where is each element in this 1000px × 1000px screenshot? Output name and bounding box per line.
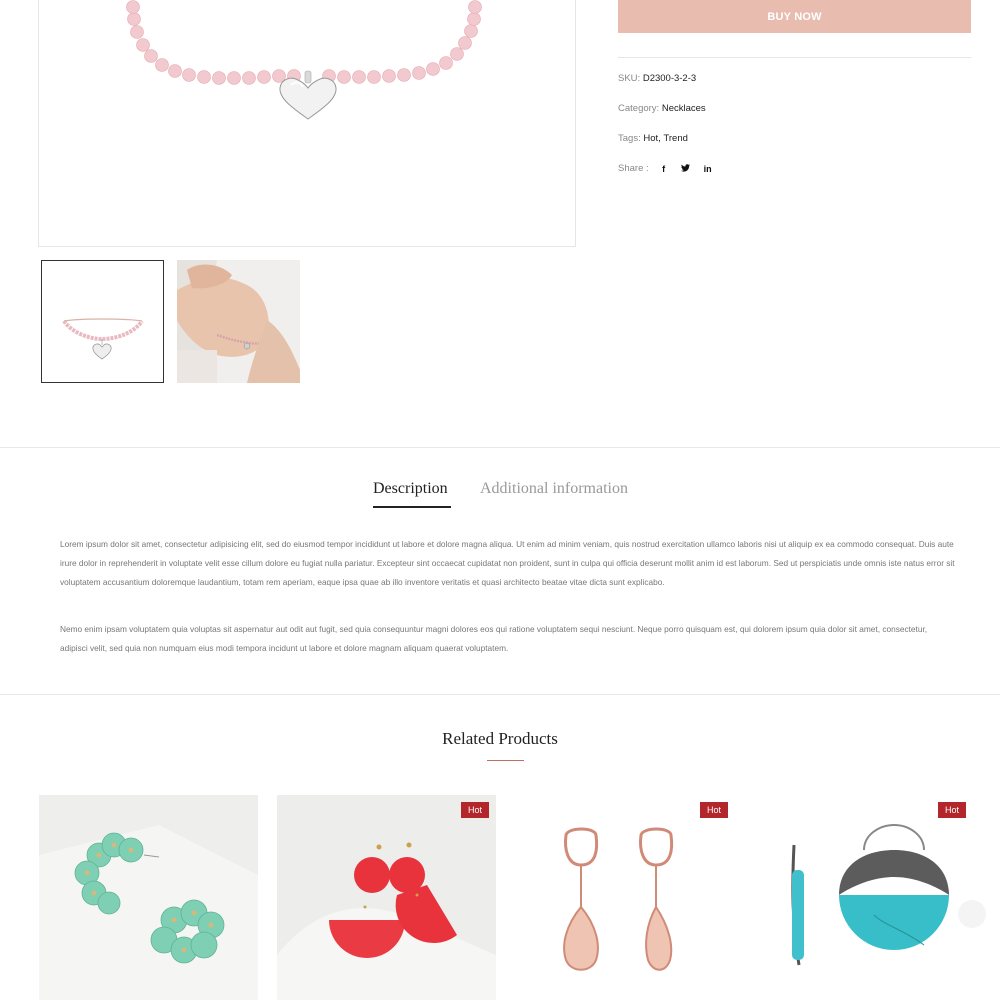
tab-active-indicator [373,506,451,508]
linkedin-icon[interactable]: in [703,164,713,174]
scroll-to-top-button[interactable] [958,900,986,928]
share-row: Share : f in [618,163,713,174]
section-divider-top [0,447,1000,448]
thumbnail-1[interactable] [41,260,164,383]
tag-hot-link[interactable]: Hot [643,133,658,144]
hot-badge: Hot [937,802,966,818]
facebook-icon[interactable]: f [659,164,669,174]
share-label: Share : [618,163,649,174]
twitter-icon[interactable] [681,163,691,174]
tags-label: Tags: [618,133,641,144]
sku-label: SKU: [618,73,641,84]
sku-row: SKU: D2300-3-2-3 [618,73,696,84]
category-label: Category: [618,103,660,114]
main-product-image[interactable] [38,0,576,247]
tag-trend-link[interactable]: Trend [663,133,687,144]
category-row: Category: Necklaces [618,103,706,114]
tags-row: Tags: Hot, Trend [618,133,688,144]
related-title-underline [487,760,524,761]
sku-value: D2300-3-2-3 [642,73,697,84]
thumbnail-2[interactable] [177,260,300,383]
related-product-4[interactable]: Hot [754,795,973,1000]
meta-divider [618,57,971,58]
description-paragraph-2: Nemo enim ipsam voluptatem quia voluptas… [60,624,928,653]
category-link[interactable]: Necklaces [662,103,706,114]
tag-separator: , [658,133,661,144]
section-divider-bottom [0,694,1000,695]
hot-badge: Hot [460,802,489,818]
related-product-3[interactable]: Hot [516,795,735,1000]
related-product-2[interactable]: Hot [277,795,496,1000]
description-paragraph-1: Lorem ipsum dolor sit amet, consectetur … [60,539,955,587]
related-products-title: Related Products [442,729,558,748]
related-product-1[interactable] [39,795,258,1000]
tab-description[interactable]: Description [373,480,448,498]
tab-additional-information[interactable]: Additional information [480,480,628,498]
buy-now-button[interactable]: BUY NOW [618,0,971,33]
hot-badge: Hot [699,802,728,818]
